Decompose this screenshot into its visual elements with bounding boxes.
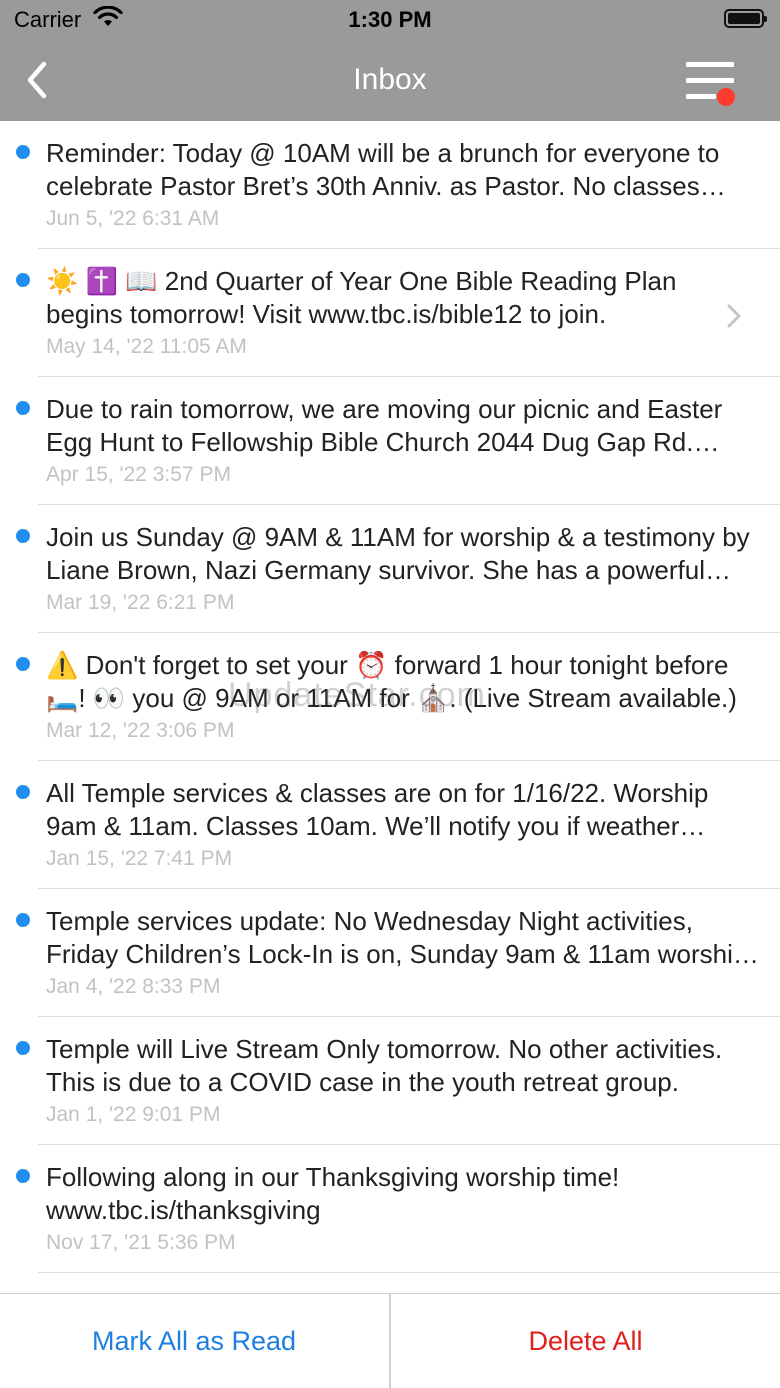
unread-indicator <box>16 145 30 159</box>
message-row[interactable] <box>0 1273 780 1293</box>
message-date: Nov 17, '21 5:36 PM <box>46 1231 236 1254</box>
unread-indicator <box>16 913 30 927</box>
navigation-header: Carrier 1:30 PM Inbox <box>0 0 780 121</box>
message-text: Reminder: Today @ 10AM will be a brunch … <box>46 138 720 201</box>
message-text: ⚠️ Don't forget to set your ⏰ forward 1 … <box>46 650 737 713</box>
unread-indicator <box>16 273 30 287</box>
message-text: Join us Sunday @ 9AM & 11AM for worship … <box>46 522 750 585</box>
message-text: Due to rain tomorrow, we are moving our … <box>46 394 723 457</box>
unread-indicator <box>16 401 30 415</box>
message-date: May 14, '22 11:05 AM <box>46 335 247 358</box>
message-date: Mar 19, '22 6:21 PM <box>46 591 235 614</box>
bottom-toolbar: Mark All as Read Delete All <box>0 1293 780 1388</box>
message-list: Reminder: Today @ 10AM will be a brunch … <box>0 121 780 1293</box>
message-date: Jan 15, '22 7:41 PM <box>46 847 233 870</box>
message-row[interactable]: ☀️ ✝️ 📖 2nd Quarter of Year One Bible Re… <box>0 249 780 377</box>
menu-icon-bar <box>686 94 716 99</box>
message-text: Temple will Live Stream Only tomorrow. N… <box>46 1034 723 1097</box>
page-title: Inbox <box>353 63 427 96</box>
menu-button[interactable] <box>684 60 738 108</box>
message-date: Jun 5, '22 6:31 AM <box>46 207 220 230</box>
message-text: Temple services update: No Wednesday Nig… <box>46 906 748 969</box>
battery-icon <box>724 9 767 28</box>
message-row[interactable]: Due to rain tomorrow, we are moving our … <box>0 377 780 505</box>
message-row[interactable]: Reminder: Today @ 10AM will be a brunch … <box>0 121 780 249</box>
message-row[interactable]: Temple services update: No Wednesday Nig… <box>0 889 780 1017</box>
mark-all-read-button[interactable]: Mark All as Read <box>0 1294 388 1388</box>
message-text: All Temple services & classes are on for… <box>46 778 709 841</box>
status-bar: Carrier 1:30 PM <box>0 0 780 40</box>
message-row[interactable]: ⚠️ Don't forget to set your ⏰ forward 1 … <box>0 633 780 761</box>
chevron-right-icon <box>726 303 742 334</box>
unread-indicator <box>16 785 30 799</box>
message-row[interactable]: Join us Sunday @ 9AM & 11AM for worship … <box>0 505 780 633</box>
unread-indicator <box>16 529 30 543</box>
unread-indicator <box>16 657 30 671</box>
message-row[interactable]: All Temple services & classes are on for… <box>0 761 780 889</box>
message-text: ☀️ ✝️ 📖 2nd Quarter of Year One Bible Re… <box>46 266 677 329</box>
message-date: Apr 15, '22 3:57 PM <box>46 463 231 486</box>
message-date: Jan 1, '22 9:01 PM <box>46 1103 221 1126</box>
unread-indicator <box>16 1169 30 1183</box>
menu-icon <box>686 62 734 67</box>
unread-indicator <box>16 1041 30 1055</box>
status-time: 1:30 PM <box>348 7 432 32</box>
notification-badge <box>717 88 735 106</box>
message-date: Mar 12, '22 3:06 PM <box>46 719 235 742</box>
menu-icon-bar <box>686 78 734 83</box>
message-text: Following along in our Thanksgiving wors… <box>46 1162 620 1225</box>
delete-all-button[interactable]: Delete All <box>391 1294 780 1388</box>
message-row[interactable]: Following along in our Thanksgiving wors… <box>0 1145 780 1273</box>
message-date: Jan 4, '22 8:33 PM <box>46 975 221 998</box>
message-row[interactable]: Temple will Live Stream Only tomorrow. N… <box>0 1017 780 1145</box>
